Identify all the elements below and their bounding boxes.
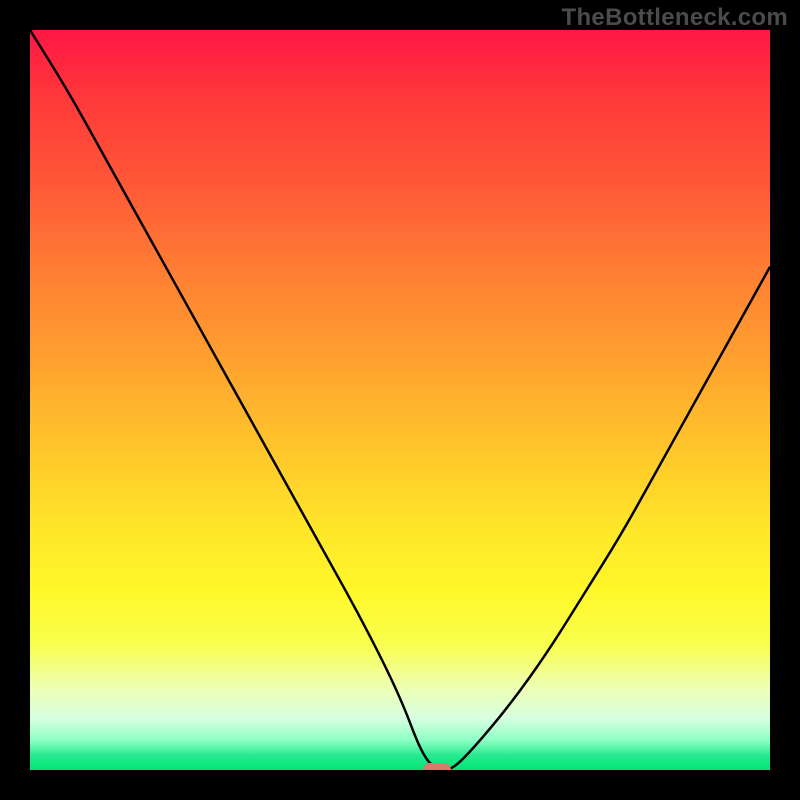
plot-area xyxy=(30,30,770,770)
watermark-text: TheBottleneck.com xyxy=(562,4,788,32)
bottleneck-curve xyxy=(30,30,770,770)
optimal-marker-icon xyxy=(423,763,451,770)
curve-line xyxy=(30,30,770,770)
chart-frame: TheBottleneck.com xyxy=(0,0,800,800)
